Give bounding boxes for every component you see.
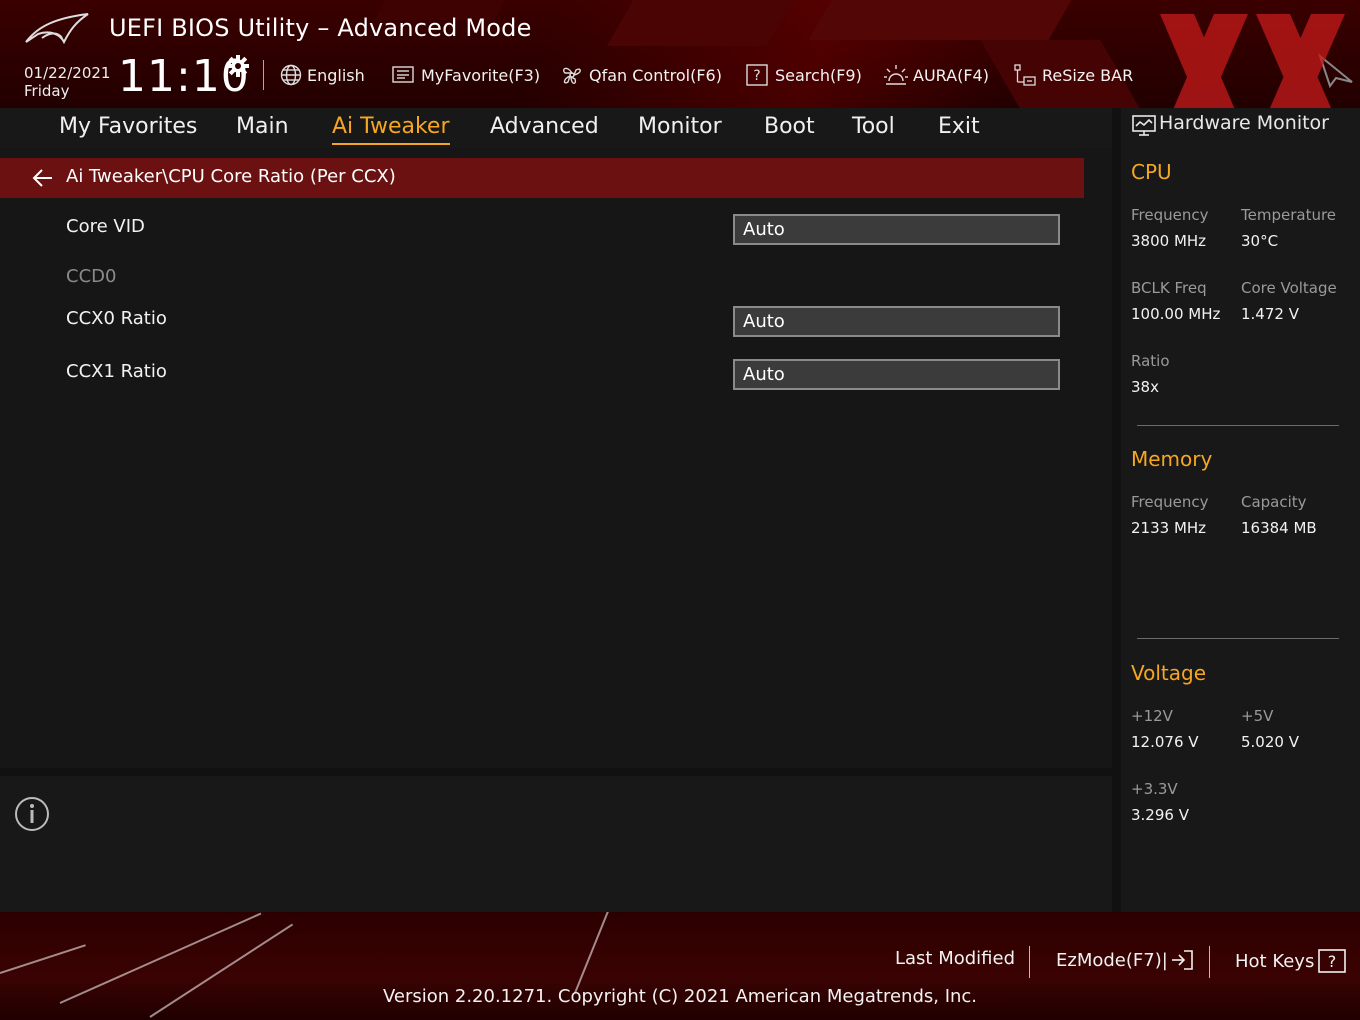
favorite-icon [392,66,414,83]
ratio-value: 38x [1131,378,1159,396]
voltage-heading: Voltage [1131,661,1207,685]
tab-advanced[interactable]: Advanced [490,112,599,142]
hwmon-divider [1137,425,1339,426]
monitor-icon [1132,115,1156,136]
header-decor-shape [606,0,794,46]
main-nav: My Favorites Main Ai Tweaker Advanced Mo… [0,108,1112,148]
v33-value: 3.296 V [1131,806,1189,824]
search-help-icon: ? [746,64,768,86]
qfan-control-label: Qfan Control(F6) [589,65,722,85]
cpu-temperature-value: 30°C [1241,232,1279,250]
footer-divider [1029,946,1030,978]
memory-capacity-label: Capacity [1241,493,1307,511]
v12-label: +12V [1131,707,1173,725]
ezmode-button[interactable]: EzMode(F7)| [1056,948,1196,972]
gear-icon[interactable] [226,54,250,78]
settings-panel: Ai Tweaker\CPU Core Ratio (Per CCX) Core… [0,148,1112,768]
hardware-monitor-panel: Hardware Monitor CPU Frequency Temperatu… [1121,108,1360,912]
memory-capacity-value: 16384 MB [1241,519,1317,537]
search-label: Search(F9) [775,65,862,85]
breadcrumb-path: Ai Tweaker\CPU Core Ratio (Per CCX) [66,166,396,187]
exit-to-ezmode-icon [1171,950,1193,970]
header-divider [263,60,264,90]
ccd0-section-label: CCD0 [66,266,117,287]
hot-keys-button[interactable]: Hot Keys ? [1235,948,1347,974]
date-text: 01/22/2021 [24,64,111,82]
v12-value: 12.076 V [1131,733,1199,751]
memory-heading: Memory [1131,447,1213,471]
bclk-value: 100.00 MHz [1131,305,1221,323]
myfavorite-button[interactable]: MyFavorite(F3) [391,62,540,88]
ccx1-ratio-label: CCX1 Ratio [66,361,167,382]
language-label: English [307,65,365,85]
tab-boot[interactable]: Boot [764,112,815,142]
core-vid-label: Core VID [66,216,145,237]
v33-label: +3.3V [1131,780,1178,798]
help-question-icon: ? [1318,949,1347,973]
memory-frequency-value: 2133 MHz [1131,519,1207,537]
cpu-frequency-value: 3800 MHz [1131,232,1207,250]
svg-text:?: ? [1328,952,1337,971]
hardware-monitor-title: Hardware Monitor [1159,112,1329,134]
globe-icon [280,64,302,86]
footer-decor-streak [574,912,618,994]
tab-exit[interactable]: Exit [938,112,980,142]
core-voltage-label: Core Voltage [1241,279,1337,297]
core-vid-select[interactable]: Auto [733,214,1060,245]
tab-tool[interactable]: Tool [852,112,895,142]
day-text: Friday [24,82,70,100]
back-arrow-icon[interactable] [32,168,54,188]
search-button[interactable]: ? Search(F9) [745,62,862,88]
breadcrumb: Ai Tweaker\CPU Core Ratio (Per CCX) [0,158,1084,198]
resize-bar-button[interactable]: ReSize BAR [1012,62,1133,88]
aura-light-icon [884,65,908,85]
myfavorite-label: MyFavorite(F3) [421,65,541,85]
cpu-heading: CPU [1131,160,1172,184]
footer-decor-streak [0,944,86,974]
version-copyright: Version 2.20.1271. Copyright (C) 2021 Am… [382,986,978,1007]
aura-label: AURA(F4) [913,65,989,85]
v5-label: +5V [1241,707,1274,725]
footer-bar: Last Modified EzMode(F7)| Hot Keys ? Ver… [0,912,1360,1020]
fan-icon [563,67,581,84]
hwmon-divider [1137,638,1339,639]
app-title: UEFI BIOS Utility – Advanced Mode [109,14,532,42]
ratio-label: Ratio [1131,352,1170,370]
rog-logo-icon [25,13,89,45]
cpu-frequency-label: Frequency [1131,206,1209,224]
help-info-panel [0,776,1112,912]
footer-divider [1209,946,1210,978]
qfan-control-button[interactable]: Qfan Control(F6) [559,62,722,88]
tab-my-favorites[interactable]: My Favorites [59,112,197,142]
ccx1-ratio-select[interactable]: Auto [733,359,1060,390]
tab-ai-tweaker[interactable]: Ai Tweaker [332,112,450,145]
cpu-temperature-label: Temperature [1241,206,1337,224]
info-icon [15,797,49,831]
resize-bar-icon [1014,64,1036,86]
ccx0-ratio-select[interactable]: Auto [733,306,1060,337]
ezmode-label: EzMode(F7)| [1056,949,1168,971]
aura-button[interactable]: AURA(F4) [883,62,989,88]
ccx0-ratio-label: CCX0 Ratio [66,308,167,329]
language-button[interactable]: English [279,62,365,88]
header-decor-shape [808,0,1072,40]
date-display: 01/22/2021 Friday [24,64,110,100]
tab-main[interactable]: Main [236,112,289,142]
resize-bar-label: ReSize BAR [1042,65,1134,85]
svg-text:?: ? [753,68,760,84]
core-voltage-value: 1.472 V [1241,305,1299,323]
last-modified-button[interactable]: Last Modified [895,948,1015,969]
memory-frequency-label: Frequency [1131,493,1209,511]
tab-monitor[interactable]: Monitor [638,112,722,142]
v5-value: 5.020 V [1241,733,1299,751]
hot-keys-label: Hot Keys [1235,950,1315,972]
last-modified-label: Last Modified [895,948,1016,969]
header-bar: UEFI BIOS Utility – Advanced Mode 01/22/… [0,0,1360,108]
bclk-label: BCLK Freq [1131,279,1207,297]
